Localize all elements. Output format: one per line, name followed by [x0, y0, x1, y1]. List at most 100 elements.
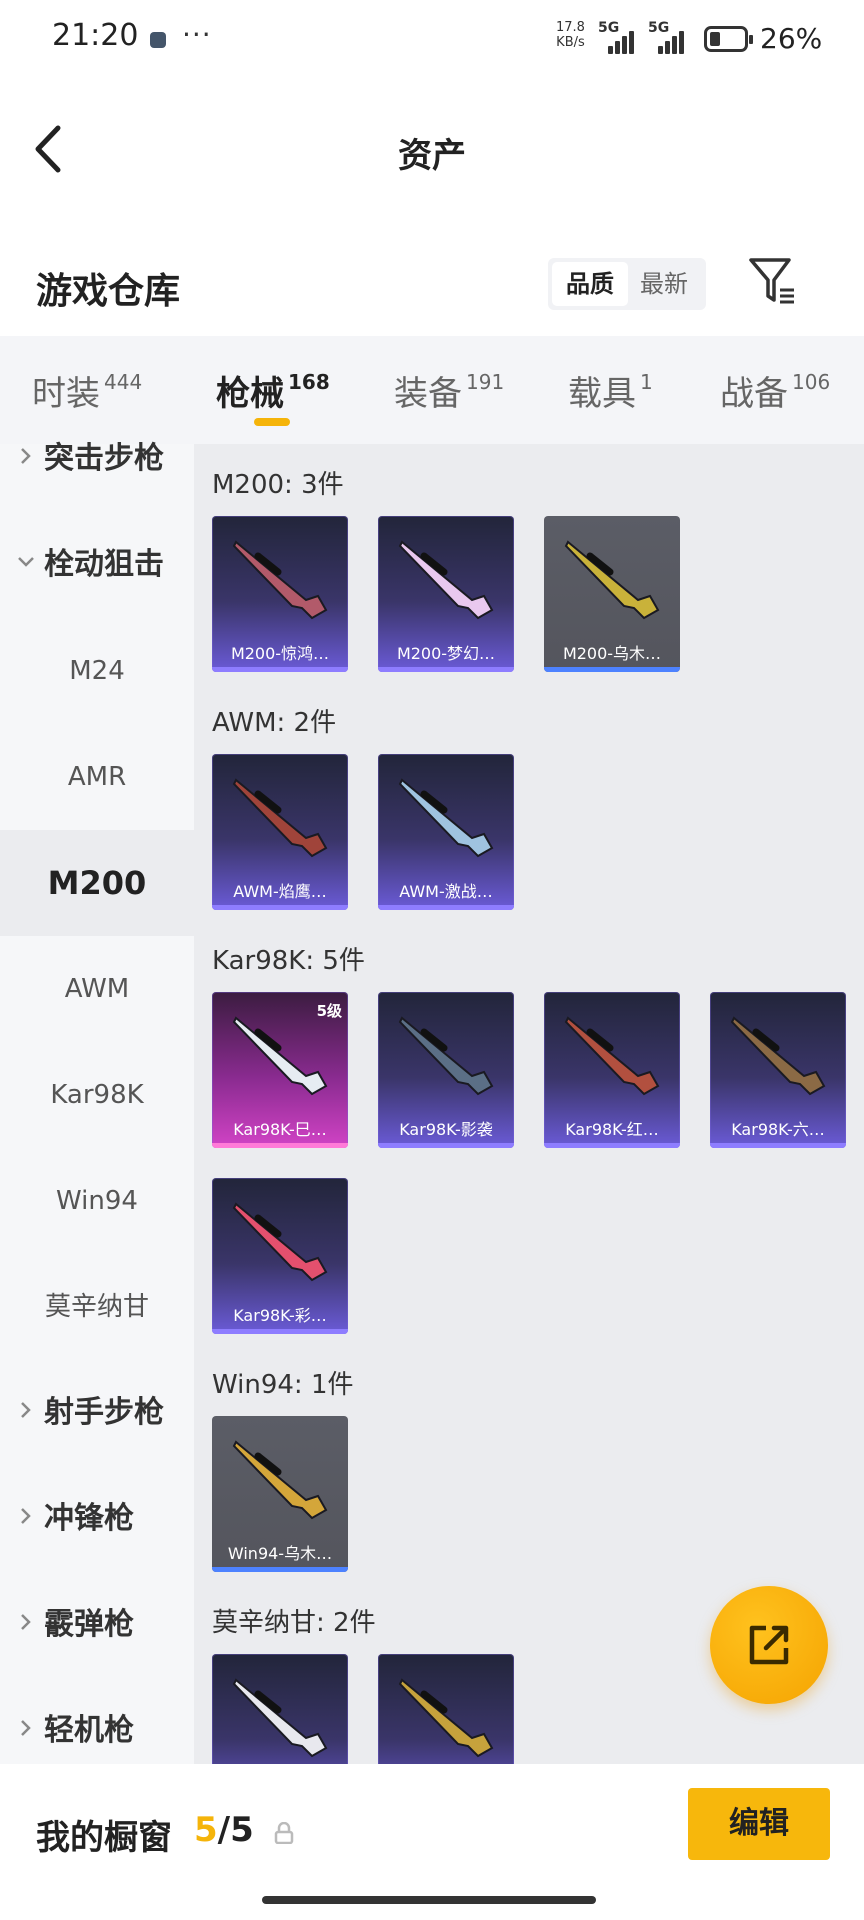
sort-by-newest-button[interactable]: 最新 [626, 262, 702, 306]
network-type-label-2: 5G [648, 20, 670, 36]
sidebar-item[interactable]: 霰弹枪 [0, 1572, 194, 1678]
level-badge: 5级 [316, 1002, 342, 1020]
weapon-skin-card[interactable]: Kar98K-红… [544, 992, 680, 1148]
weapon-skin-card[interactable]: AWM-焰鹰… [212, 754, 348, 910]
weapon-skin-card[interactable]: Kar98K-影袭 [378, 992, 514, 1148]
status-time: 21:20 [52, 18, 139, 53]
showcase-count: 5/5 [194, 1810, 254, 1850]
tab-count: 1 [640, 370, 653, 394]
weapon-skin-name: Kar98K-红… [565, 1120, 659, 1139]
weapon-skin-card[interactable]: M200-惊鸿… [212, 516, 348, 672]
status-bar: 21:20 ··· 17.8 KB/s 5G 5G 26% [0, 0, 864, 80]
tab-count: 106 [792, 370, 831, 394]
weapon-skin-card[interactable]: Kar98K-六… [710, 992, 846, 1148]
network-type-label: 5G [598, 20, 620, 36]
rifle-icon [232, 540, 328, 620]
weapon-skin-card[interactable]: 5级 Kar98K-巳… [212, 992, 348, 1148]
sidebar-item-label: Win94 [56, 1186, 138, 1216]
showcase-title: 我的橱窗 [36, 1818, 172, 1858]
chevron-right-icon [21, 1508, 31, 1524]
sidebar-item[interactable]: 莫辛纳甘 [0, 1254, 194, 1360]
tab-label: 载具 [568, 374, 636, 414]
weapon-skin-name: Kar98K-彩… [233, 1306, 327, 1325]
sidebar-item[interactable]: 突击步枪 [0, 406, 194, 512]
weapon-skin-name: Win94-乌木… [227, 1544, 333, 1563]
weapon-skin-card[interactable]: M200-梦幻… [378, 516, 514, 672]
sidebar-item[interactable]: 栓动狙击 [0, 512, 194, 618]
rifle-icon [232, 1202, 328, 1282]
home-indicator[interactable] [262, 1896, 596, 1904]
group-title: 莫辛纳甘: 2件 [212, 1608, 376, 1638]
signal-icon: 5G [598, 20, 638, 54]
network-speed-value: 17.8 [556, 20, 585, 35]
signal-icon-2: 5G [648, 20, 688, 54]
rifle-icon [398, 540, 494, 620]
tab-count: 191 [466, 370, 505, 394]
tab-vehicles[interactable]: 载具 1 [568, 366, 653, 415]
sidebar-item-label: AMR [67, 762, 127, 792]
weapon-skin-name: AWM-焰鹰… [233, 882, 327, 901]
chevron-right-icon [21, 1614, 31, 1630]
share-icon [749, 1625, 789, 1665]
rifle-icon [564, 540, 660, 620]
battery-icon [704, 26, 753, 52]
rifle-icon [398, 778, 494, 858]
edit-showcase-button[interactable]: 编辑 [688, 1788, 830, 1860]
warehouse-header: 游戏仓库 品质 最新 [0, 240, 864, 336]
weapon-skin-card[interactable]: AWM-激战… [378, 754, 514, 910]
chevron-right-icon [21, 448, 31, 464]
tab-equipment[interactable]: 装备 191 [394, 366, 504, 415]
sort-toggle: 品质 最新 [548, 258, 706, 310]
sidebar-item-label: Kar98K [50, 1080, 144, 1110]
battery-percent: 26% [760, 22, 823, 55]
showcase-separator: / [217, 1810, 231, 1850]
sidebar-item[interactable]: AWM [0, 936, 194, 1042]
weapon-skin-card[interactable]: Kar98K-彩… [212, 1178, 348, 1334]
tab-count: 168 [288, 370, 330, 394]
sidebar-item[interactable]: M200 [0, 830, 194, 936]
weapon-skin-name: M200-惊鸿… [230, 644, 330, 663]
chevron-right-icon [21, 1402, 31, 1418]
weapon-skin-name: Kar98K-影袭 [399, 1120, 493, 1139]
sidebar-item-label: M24 [69, 656, 125, 686]
share-button[interactable] [710, 1586, 828, 1704]
rifle-icon [564, 1016, 660, 1096]
sidebar-item[interactable]: 射手步枪 [0, 1360, 194, 1466]
weapon-grid: M200: 3件 M200-惊鸿… M200-梦幻… M200-乌木… AWM: 2件 A… [194, 444, 864, 1810]
tab-label: 战备 [720, 374, 788, 414]
sort-by-quality-button[interactable]: 品质 [552, 262, 628, 306]
warehouse-title: 游戏仓库 [36, 271, 181, 312]
group-title: M200: 3件 [212, 470, 344, 500]
rifle-icon [232, 778, 328, 858]
showcase-max: 5 [230, 1810, 254, 1850]
sidebar-item[interactable]: Kar98K [0, 1042, 194, 1148]
active-tab-indicator [254, 418, 290, 426]
weapon-skin-name: M200-梦幻… [396, 644, 496, 663]
showcase-current: 5 [194, 1810, 218, 1850]
filter-icon[interactable] [748, 256, 796, 308]
weapon-skin-name: AWM-激战… [399, 882, 493, 901]
rifle-icon [232, 1440, 328, 1520]
weapon-sidebar: 突击步枪 栓动狙击 M24 AMR M200 AWM Kar98K Win94 莫辛纳甘 射手步枪… [0, 441, 194, 1764]
sidebar-item[interactable]: 冲锋枪 [0, 1466, 194, 1572]
tab-label: 装备 [394, 374, 462, 414]
sidebar-item-label: M200 [47, 864, 147, 902]
sidebar-item[interactable]: AMR [0, 724, 194, 830]
group-title: Win94: 1件 [212, 1370, 354, 1400]
page-title: 资产 [398, 136, 466, 176]
rifle-icon [730, 1016, 826, 1096]
weapon-skin-card[interactable]: Win94-乌木… [212, 1416, 348, 1572]
group-title: AWM: 2件 [212, 708, 337, 738]
sidebar-item-label: 莫辛纳甘 [44, 1292, 149, 1322]
weapon-skin-card[interactable]: M200-乌木… [544, 516, 680, 672]
group-title: Kar98K: 5件 [212, 946, 365, 976]
tab-supplies[interactable]: 战备 106 [720, 366, 830, 415]
sidebar-item[interactable]: Win94 [0, 1148, 194, 1254]
lock-icon [274, 1822, 294, 1844]
tiktok-icon [150, 32, 166, 48]
rifle-icon [398, 1678, 494, 1758]
sidebar-item[interactable]: M24 [0, 618, 194, 724]
weapon-skin-name: Kar98K-巳… [233, 1120, 327, 1139]
more-notifications-icon: ··· [182, 18, 212, 51]
network-speed: 17.8 KB/s [556, 20, 585, 50]
